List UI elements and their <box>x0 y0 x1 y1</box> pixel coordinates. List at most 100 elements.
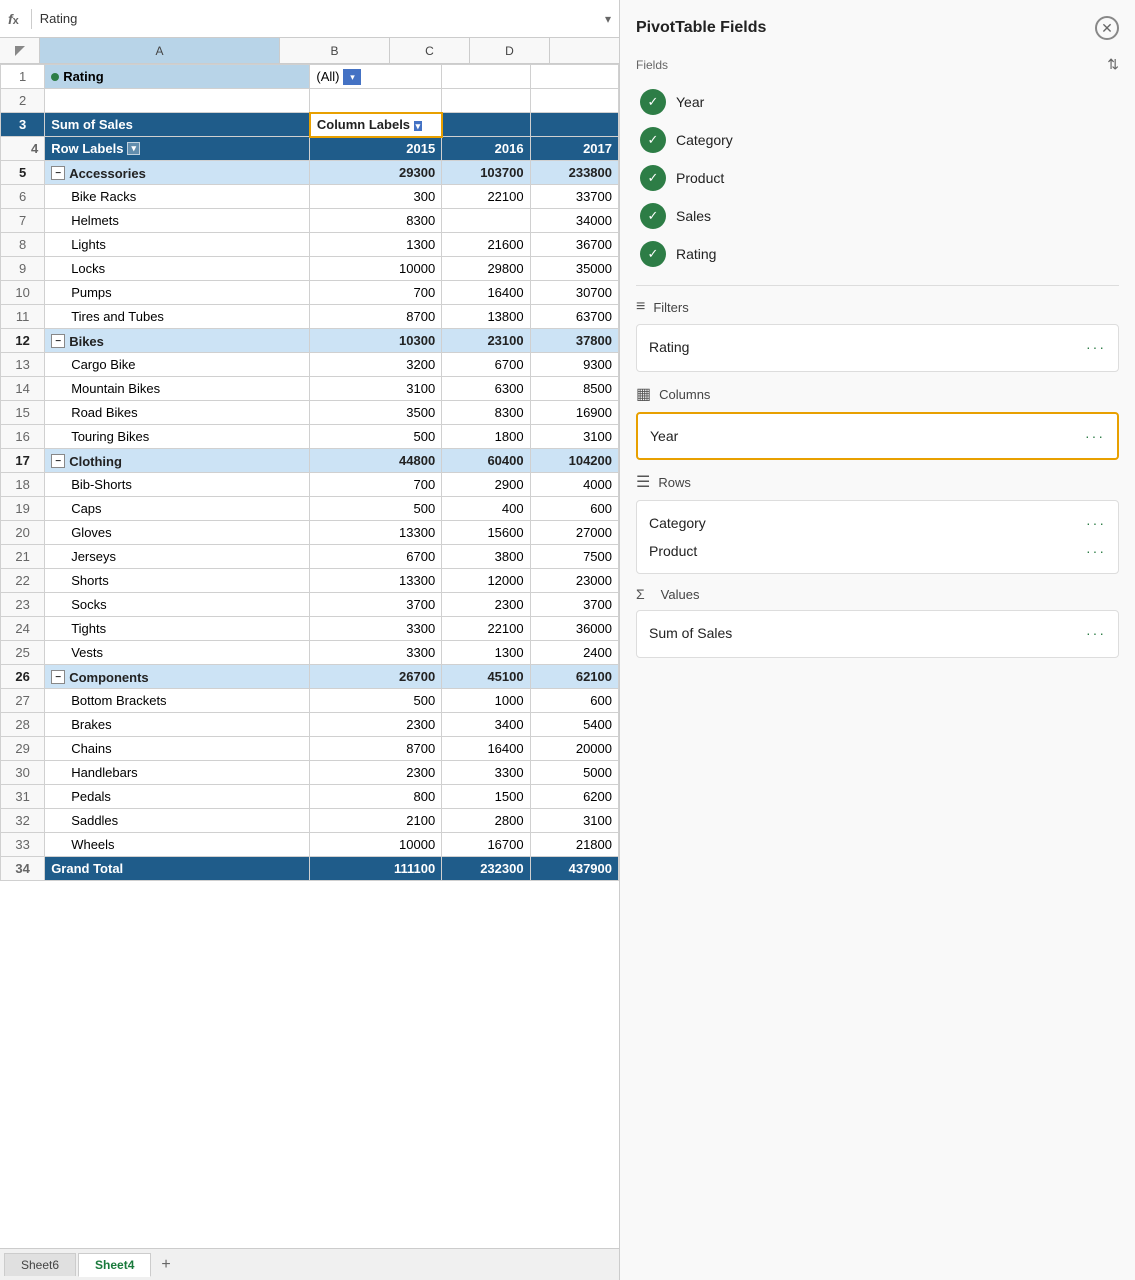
cell-9-b[interactable]: 10000 <box>310 257 442 281</box>
cell-4-a[interactable]: Row Labels ▾ <box>45 137 310 161</box>
cell-24-c[interactable]: 22100 <box>442 617 530 641</box>
cell-12-a[interactable]: −Bikes <box>45 329 310 353</box>
cell-4-b[interactable]: 2015 <box>310 137 442 161</box>
sheet-tab-sheet4[interactable]: Sheet4 <box>78 1253 151 1277</box>
cell-29-b[interactable]: 8700 <box>310 737 442 761</box>
cell-23-b[interactable]: 3700 <box>310 593 442 617</box>
cell-22-b[interactable]: 13300 <box>310 569 442 593</box>
cell-11-d[interactable]: 63700 <box>530 305 618 329</box>
cell-23-a[interactable]: Socks <box>45 593 310 617</box>
cell-7-a[interactable]: Helmets <box>45 209 310 233</box>
cell-30-d[interactable]: 5000 <box>530 761 618 785</box>
cell-3-b[interactable]: Column Labels ▾ <box>310 113 442 137</box>
cell-33-d[interactable]: 21800 <box>530 833 618 857</box>
field-item-year[interactable]: ✓ Year <box>636 83 1119 121</box>
cell-9-a[interactable]: Locks <box>45 257 310 281</box>
cell-29-a[interactable]: Chains <box>45 737 310 761</box>
cell-12-c[interactable]: 23100 <box>442 329 530 353</box>
cell-11-c[interactable]: 13800 <box>442 305 530 329</box>
cell-34-b[interactable]: 111100 <box>310 857 442 881</box>
cell-16-b[interactable]: 500 <box>310 425 442 449</box>
cell-6-b[interactable]: 300 <box>310 185 442 209</box>
cell-9-d[interactable]: 35000 <box>530 257 618 281</box>
cell-30-b[interactable]: 2300 <box>310 761 442 785</box>
cell-21-b[interactable]: 6700 <box>310 545 442 569</box>
row-category-menu[interactable]: ··· <box>1086 515 1106 531</box>
cell-24-d[interactable]: 36000 <box>530 617 618 641</box>
cell-5-c[interactable]: 103700 <box>442 161 530 185</box>
cell-20-a[interactable]: Gloves <box>45 521 310 545</box>
cell-8-a[interactable]: Lights <box>45 233 310 257</box>
cell-25-d[interactable]: 2400 <box>530 641 618 665</box>
filter-rating-menu[interactable]: ··· <box>1086 339 1106 355</box>
cell-7-d[interactable]: 34000 <box>530 209 618 233</box>
cell-2-a[interactable] <box>45 89 310 113</box>
cell-1-d[interactable] <box>530 65 618 89</box>
cell-13-a[interactable]: Cargo Bike <box>45 353 310 377</box>
cell-32-d[interactable]: 3100 <box>530 809 618 833</box>
cell-13-d[interactable]: 9300 <box>530 353 618 377</box>
cell-4-d[interactable]: 2017 <box>530 137 618 161</box>
field-item-product[interactable]: ✓ Product <box>636 159 1119 197</box>
cell-19-d[interactable]: 600 <box>530 497 618 521</box>
cell-22-d[interactable]: 23000 <box>530 569 618 593</box>
cell-11-b[interactable]: 8700 <box>310 305 442 329</box>
cell-20-c[interactable]: 15600 <box>442 521 530 545</box>
cell-15-c[interactable]: 8300 <box>442 401 530 425</box>
cell-8-d[interactable]: 36700 <box>530 233 618 257</box>
col-header-a[interactable]: A <box>40 38 280 63</box>
cell-11-a[interactable]: Tires and Tubes <box>45 305 310 329</box>
cell-28-a[interactable]: Brakes <box>45 713 310 737</box>
cell-10-d[interactable]: 30700 <box>530 281 618 305</box>
cell-26-c[interactable]: 45100 <box>442 665 530 689</box>
cell-17-d[interactable]: 104200 <box>530 449 618 473</box>
cell-10-c[interactable]: 16400 <box>442 281 530 305</box>
cell-31-c[interactable]: 1500 <box>442 785 530 809</box>
cell-17-c[interactable]: 60400 <box>442 449 530 473</box>
cell-25-b[interactable]: 3300 <box>310 641 442 665</box>
row-product-menu[interactable]: ··· <box>1086 543 1106 559</box>
field-item-category[interactable]: ✓ Category <box>636 121 1119 159</box>
cell-18-b[interactable]: 700 <box>310 473 442 497</box>
cell-18-c[interactable]: 2900 <box>442 473 530 497</box>
sort-icon[interactable]: ⇅ <box>1107 56 1119 73</box>
col-header-c[interactable]: C <box>390 38 470 63</box>
cell-30-c[interactable]: 3300 <box>442 761 530 785</box>
cell-10-a[interactable]: Pumps <box>45 281 310 305</box>
cell-5-b[interactable]: 29300 <box>310 161 442 185</box>
cell-22-a[interactable]: Shorts <box>45 569 310 593</box>
cell-27-b[interactable]: 500 <box>310 689 442 713</box>
cell-21-d[interactable]: 7500 <box>530 545 618 569</box>
pivot-close-button[interactable]: ✕ <box>1095 16 1119 40</box>
cell-28-b[interactable]: 2300 <box>310 713 442 737</box>
cell-20-d[interactable]: 27000 <box>530 521 618 545</box>
cell-32-a[interactable]: Saddles <box>45 809 310 833</box>
col-header-b[interactable]: B <box>280 38 390 63</box>
cell-4-c[interactable]: 2016 <box>442 137 530 161</box>
cell-27-c[interactable]: 1000 <box>442 689 530 713</box>
cell-31-a[interactable]: Pedals <box>45 785 310 809</box>
cell-18-a[interactable]: Bib-Shorts <box>45 473 310 497</box>
cell-1-a[interactable]: Rating <box>45 65 310 89</box>
cell-17-a[interactable]: −Clothing <box>45 449 310 473</box>
cell-5-d[interactable]: 233800 <box>530 161 618 185</box>
cell-3-c[interactable] <box>442 113 530 137</box>
cell-8-b[interactable]: 1300 <box>310 233 442 257</box>
cell-10-b[interactable]: 700 <box>310 281 442 305</box>
cell-33-a[interactable]: Wheels <box>45 833 310 857</box>
cell-21-c[interactable]: 3800 <box>442 545 530 569</box>
cell-8-c[interactable]: 21600 <box>442 233 530 257</box>
cell-14-b[interactable]: 3100 <box>310 377 442 401</box>
cell-29-d[interactable]: 20000 <box>530 737 618 761</box>
cell-30-a[interactable]: Handlebars <box>45 761 310 785</box>
cell-22-c[interactable]: 12000 <box>442 569 530 593</box>
cell-14-c[interactable]: 6300 <box>442 377 530 401</box>
cell-27-a[interactable]: Bottom Brackets <box>45 689 310 713</box>
cell-32-c[interactable]: 2800 <box>442 809 530 833</box>
cell-34-d[interactable]: 437900 <box>530 857 618 881</box>
cell-13-b[interactable]: 3200 <box>310 353 442 377</box>
cell-25-c[interactable]: 1300 <box>442 641 530 665</box>
cell-31-b[interactable]: 800 <box>310 785 442 809</box>
cell-16-a[interactable]: Touring Bikes <box>45 425 310 449</box>
cell-6-a[interactable]: Bike Racks <box>45 185 310 209</box>
